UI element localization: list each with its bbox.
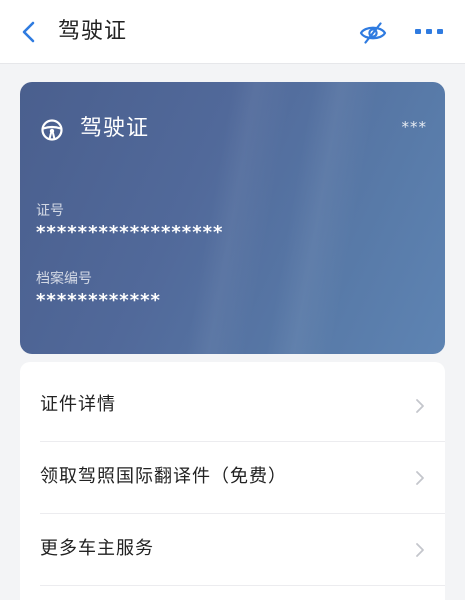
top-navigation-bar: 驾驶证: [0, 0, 465, 64]
driver-license-card[interactable]: 驾驶证 *** 证号 ****************** 档案编号 *****…: [20, 82, 445, 354]
menu-item-label: 更多车主服务: [40, 538, 154, 559]
eye-slash-icon: [359, 22, 387, 44]
card-title: 驾驶证: [80, 116, 150, 141]
file-number-label: 档案编号: [36, 271, 92, 287]
chevron-right-icon: [416, 471, 424, 485]
more-dots-icon: [415, 29, 443, 34]
toggle-visibility-button[interactable]: [358, 18, 388, 48]
menu-item-license-details[interactable]: 证件详情: [20, 370, 445, 441]
more-options-button[interactable]: [412, 22, 446, 42]
chevron-right-icon: [416, 543, 424, 557]
menu-item-international-translation[interactable]: 领取驾照国际翻译件（免费）: [20, 442, 445, 513]
back-button[interactable]: [14, 18, 42, 46]
menu-item-label: 证件详情: [40, 394, 116, 415]
steering-wheel-icon: [41, 119, 63, 141]
license-number-label: 证号: [36, 203, 64, 219]
menu-divider: [40, 585, 445, 586]
file-number-value: ************: [36, 290, 161, 311]
chevron-right-icon: [416, 399, 424, 413]
menu-item-label: 领取驾照国际翻译件（免费）: [40, 466, 287, 487]
card-masked-text: ***: [401, 118, 427, 136]
license-number-value: ******************: [36, 222, 224, 243]
page-title: 驾驶证: [58, 19, 128, 44]
menu-item-more-car-owner-services[interactable]: 更多车主服务: [20, 514, 445, 585]
chevron-left-icon: [22, 21, 35, 43]
service-menu-list: 证件详情 领取驾照国际翻译件（免费） 更多车主服务: [20, 362, 445, 600]
